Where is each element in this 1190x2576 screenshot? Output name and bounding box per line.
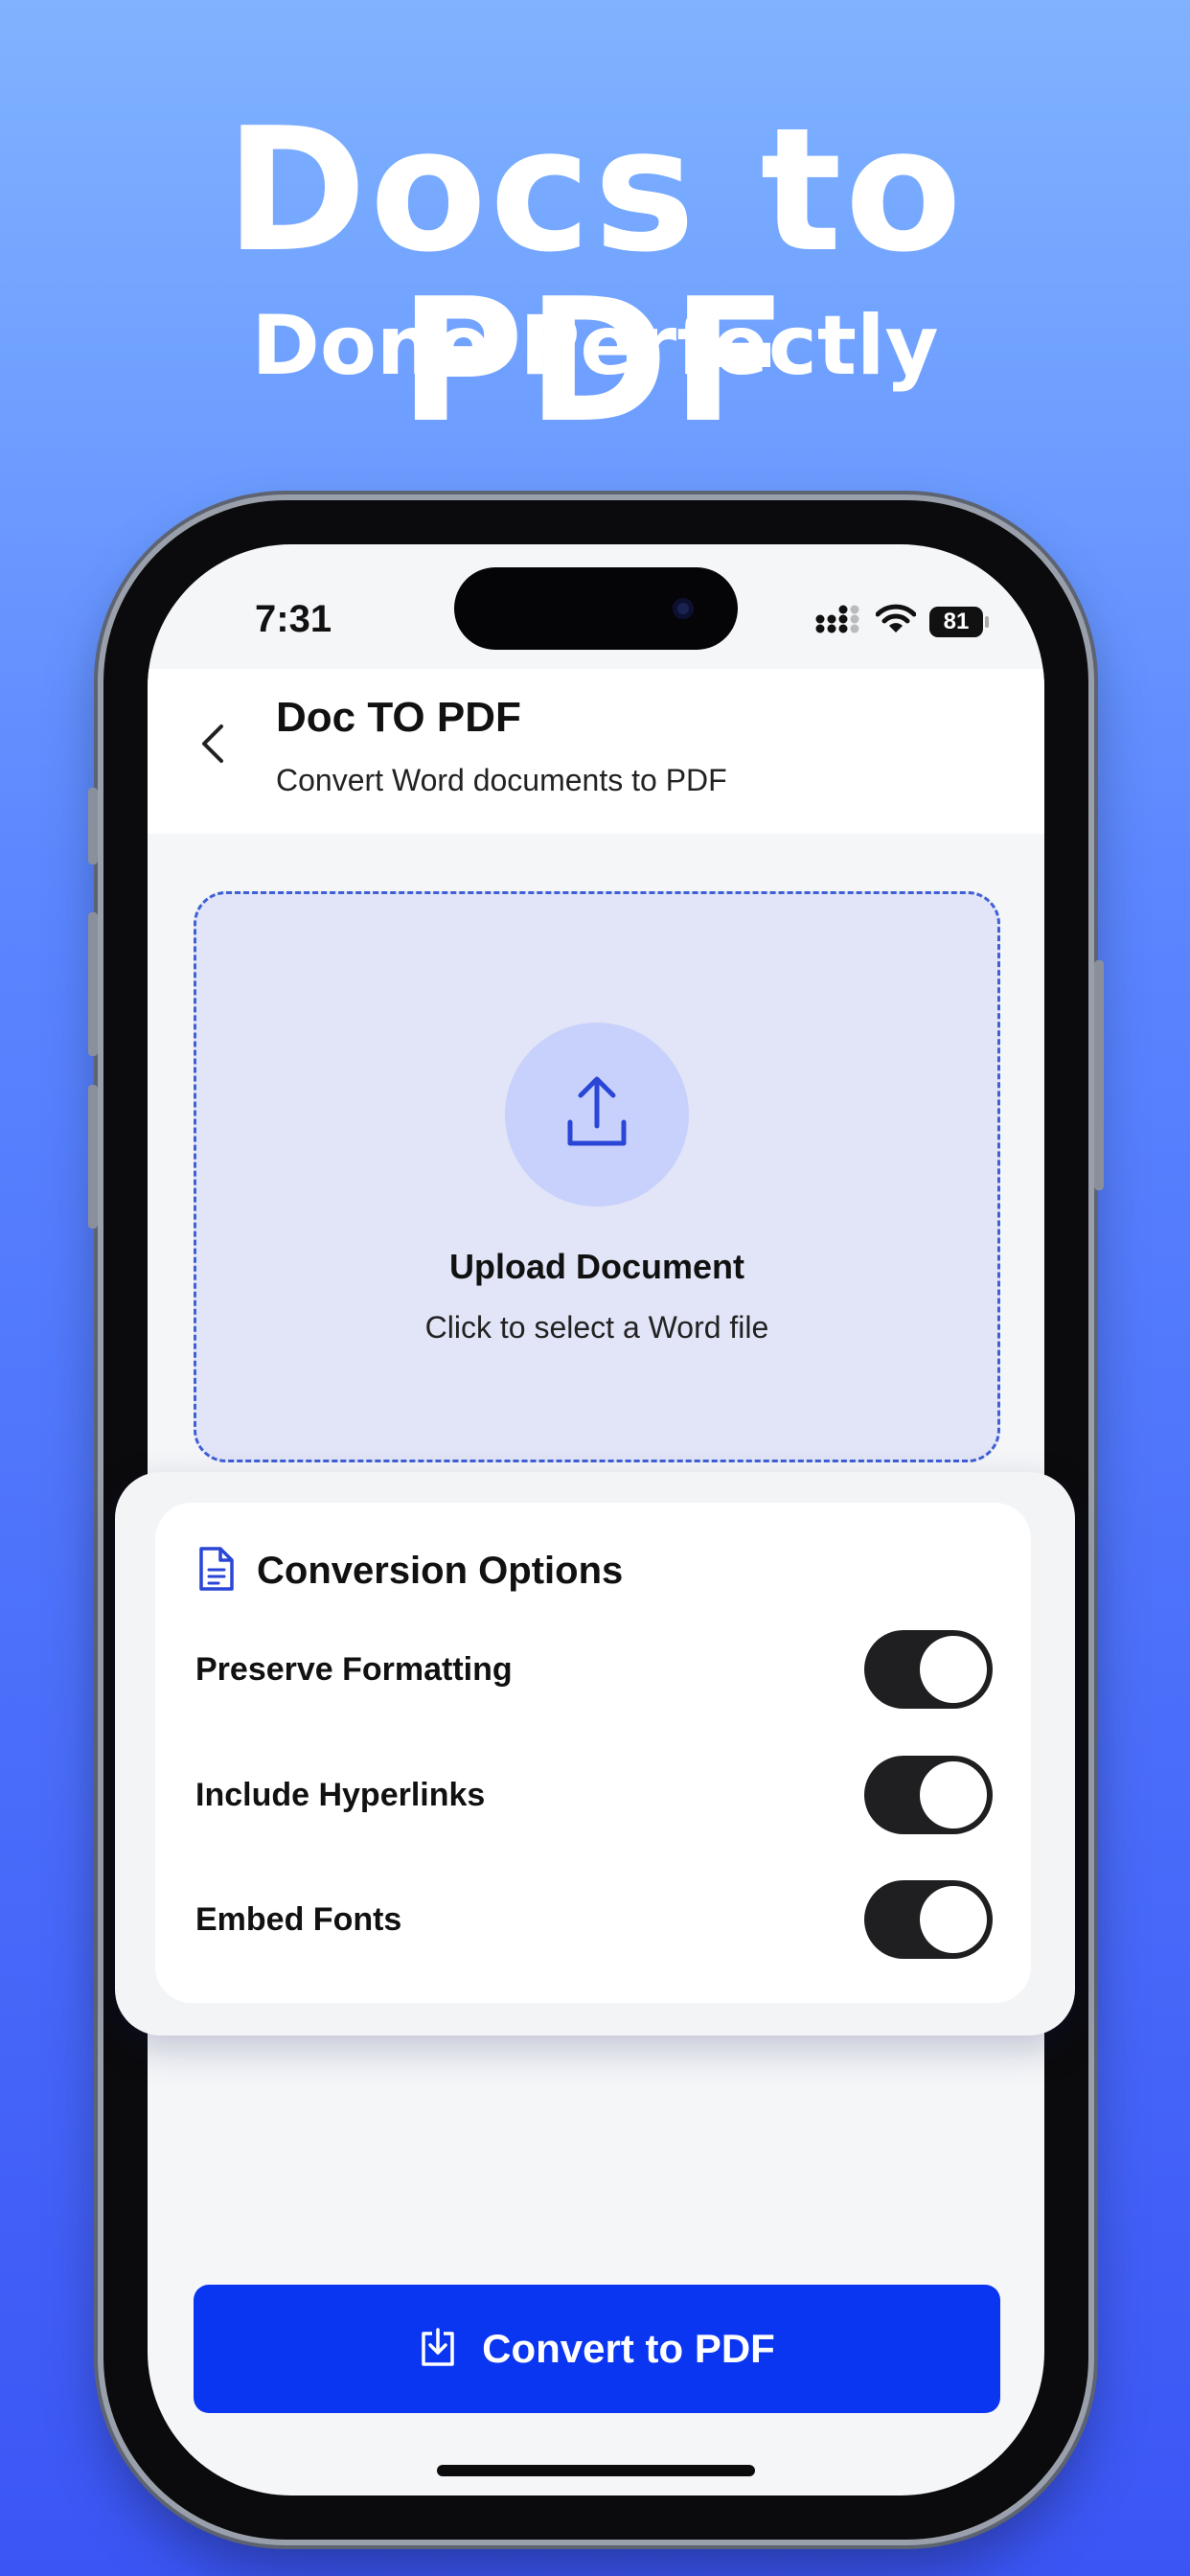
wifi-icon: [875, 604, 917, 639]
back-button[interactable]: [184, 717, 241, 774]
dynamic-island: [454, 567, 738, 650]
convert-to-pdf-button[interactable]: Convert to PDF: [194, 2285, 1000, 2413]
embed-fonts-toggle[interactable]: [864, 1880, 993, 1959]
option-label: Preserve Formatting: [195, 1650, 513, 1688]
promo-subtitle: Done Perfectly: [251, 298, 939, 394]
document-icon: [197, 1545, 236, 1598]
option-label: Include Hyperlinks: [195, 1776, 486, 1813]
power-button: [1094, 960, 1104, 1190]
front-camera: [673, 598, 694, 619]
status-icons: 81: [814, 604, 989, 639]
volume-up-button: [88, 912, 98, 1056]
battery-level: 81: [943, 608, 970, 634]
option-label: Embed Fonts: [195, 1900, 402, 1938]
toggle-knob: [920, 1886, 987, 1953]
volume-down-button: [88, 1085, 98, 1229]
upload-title: Upload Document: [448, 1247, 744, 1286]
toggle-knob: [920, 1636, 987, 1703]
upload-hint: Click to select a Word file: [424, 1310, 769, 1345]
conversion-options-card: Conversion Options Preserve Formatting I…: [115, 1472, 1075, 2036]
download-icon: [419, 2326, 457, 2373]
home-indicator[interactable]: [437, 2465, 755, 2476]
upload-dropzone[interactable]: Upload Document Click to select a Word f…: [194, 891, 1000, 1462]
signal-icon: [814, 604, 862, 639]
upload-icon-circle: [505, 1023, 689, 1207]
promo-title: Docs to PDF: [225, 91, 965, 460]
option-row-embed-fonts: Embed Fonts: [195, 1879, 993, 1960]
option-row-include-hyperlinks: Include Hyperlinks: [195, 1755, 993, 1835]
battery-tip: [985, 615, 989, 628]
options-title: Conversion Options: [257, 1550, 624, 1592]
chevron-left-icon: [196, 721, 229, 771]
page-subtitle: Convert Word documents to PDF: [276, 763, 727, 797]
battery-icon: 81: [929, 606, 989, 637]
options-header: Conversion Options: [197, 1545, 623, 1598]
action-button: [88, 788, 98, 864]
status-time: 7:31: [255, 598, 332, 640]
option-row-preserve-formatting: Preserve Formatting: [195, 1629, 993, 1710]
page-title: Doc TO PDF: [276, 694, 521, 741]
conversion-options-panel: Conversion Options Preserve Formatting I…: [155, 1503, 1031, 2003]
toggle-knob: [920, 1761, 987, 1828]
upload-icon: [565, 1074, 629, 1156]
app-header: Doc TO PDF Convert Word documents to PDF: [148, 669, 1044, 834]
preserve-formatting-toggle[interactable]: [864, 1630, 993, 1709]
convert-button-label: Convert to PDF: [482, 2326, 775, 2371]
include-hyperlinks-toggle[interactable]: [864, 1756, 993, 1834]
